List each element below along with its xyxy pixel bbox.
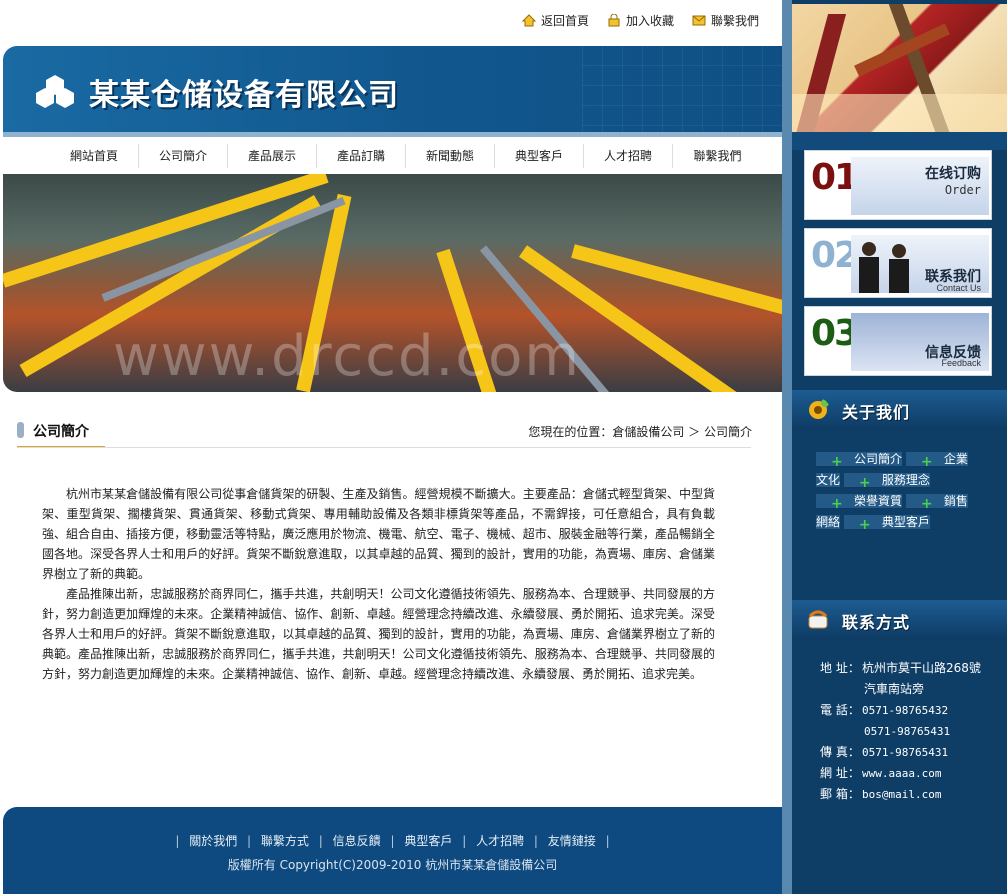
nav-about[interactable]: 公司簡介 [139,144,228,168]
contact-fax: 傳 真： 0571-98765431 [820,745,949,759]
section-divider [17,447,751,448]
plus-icon: + [831,454,843,470]
about-heading: 关于我们 [792,390,1007,430]
contact-info: 地 址： 杭州市莫干山路268號 汽車南站旁 電 話： 0571-98765432 … [820,658,981,805]
copyright: 版權所有 Copyright(C)2009-2010 杭州市某某倉儲設備公司 [227,858,558,872]
gear-icon [809,399,829,419]
promo-feedback[interactable]: 03 信息反馈 Feedback [804,306,992,376]
site-footer: | 關於我們 | 聯繫方式 | 信息反饋 | 典型客戶 | 人才招聘 | 友情鏈… [3,807,782,894]
intro-paragraph-2: 產品推陳出新，忠誠服務於商界同仁，攜手共進，共創明天！公司文化遵循技術領先、服務… [42,587,715,681]
contact-email: 郵 箱： bos@mail.com [820,787,942,801]
contact-phone: 電 話： 0571-98765432 [820,703,949,717]
promo-order[interactable]: 01 在线订购 Order [804,150,992,220]
about-list: + 公司簡介 + 企業文化 + 服務理念 + 榮譽資質 + 銷售網絡 + 典型客戶 [816,449,976,533]
footer-link-jobs[interactable]: 人才招聘 [476,834,524,848]
footer-links: | 關於我們 | 聯繫方式 | 信息反饋 | 典型客戶 | 人才招聘 | 友情鏈… [175,834,610,848]
banner-image: www.drccd.com [3,174,782,392]
email-link[interactable]: bos@mail.com [862,788,941,801]
intro-paragraph-1: 杭州市某某倉儲設備有限公司從事倉儲貨架的研製、生產及銷售。經營規模不斷擴大。主要… [42,487,715,581]
website-link[interactable]: www.aaaa.com [862,767,941,780]
header-side-photo [792,4,1007,132]
footer-link-clients[interactable]: 典型客戶 [404,834,452,848]
top-links: 返回首頁 加入收藏 聯繫我們 [521,12,759,29]
plus-icon: + [831,496,843,512]
home-link-label: 返回首頁 [540,14,589,28]
about-item-honors[interactable]: + 榮譽資質 [816,494,903,512]
promo-subtitle: Feedback [941,358,981,368]
company-name: 某某仓储设备有限公司 [89,78,399,113]
main-nav: 網站首頁 公司簡介 產品展示 產品訂購 新聞動態 典型客戶 人才招聘 聯繫我們 [50,144,762,168]
about-item-intro[interactable]: + 公司簡介 [816,452,903,470]
favorite-link[interactable]: 加入收藏 [607,12,674,29]
promo-subtitle: Contact Us [936,283,981,293]
section-title: 公司簡介 [33,424,89,440]
contact-link[interactable]: 聯繫我們 [692,12,759,29]
section-title-marker [17,422,24,438]
nav-contact[interactable]: 聯繫我們 [673,144,762,168]
company-intro-text: 杭州市某某倉儲設備有限公司從事倉儲貨架的研製、生產及銷售。經營規模不斷擴大。主要… [42,484,715,684]
plus-icon: + [858,475,871,491]
nav-news[interactable]: 新聞動態 [406,144,495,168]
footer-link-friends[interactable]: 友情鏈接 [548,834,596,848]
promo-title: 在线订购 [925,166,981,182]
nav-order[interactable]: 產品訂購 [317,144,406,168]
home-icon [521,14,536,27]
mail-icon [692,15,706,26]
plus-icon: + [920,454,933,470]
promo-subtitle: Order [944,183,981,197]
header-pattern [582,46,782,132]
about-item-service[interactable]: + 服務理念 [843,473,930,491]
contact-website: 網 址： www.aaaa.com [820,766,942,780]
footer-link-about[interactable]: 關於我們 [189,834,237,848]
nav-clients[interactable]: 典型客戶 [495,144,584,168]
phone-icon [808,610,828,629]
nav-home[interactable]: 網站首頁 [50,144,139,168]
favorite-link-label: 加入收藏 [625,14,674,28]
page: 返回首頁 加入收藏 聯繫我們 某某仓储设备有限公司 網站首頁 公司簡介 產品展示… [0,0,1007,894]
logo-cubes-icon [36,75,74,108]
promo-contact[interactable]: 02 联系我们 Contact Us [804,228,992,298]
contact-address: 地 址： 杭州市莫干山路268號 [820,661,981,675]
footer-link-feedback[interactable]: 信息反饋 [333,834,381,848]
contact-address-line2: 汽車南站旁 [864,682,925,696]
banner-watermark: www.drccd.com [113,324,581,389]
home-link[interactable]: 返回首頁 [521,12,589,29]
breadcrumb: 您現在的位置：倉儲設備公司 ＞ 公司簡介 [528,425,752,439]
plus-icon: + [858,517,871,533]
nav-jobs[interactable]: 人才招聘 [584,144,673,168]
section-header: 公司簡介 您現在的位置：倉儲設備公司 ＞ 公司簡介 [17,418,782,448]
about-item-clients[interactable]: + 典型客戶 [843,515,930,533]
contact-heading: 联系方式 [792,600,1007,640]
header-strip [3,132,782,137]
contact-phone2: 0571-98765431 [864,725,951,738]
contact-link-label: 聯繫我們 [710,14,759,28]
footer-link-contact[interactable]: 聯繫方式 [261,834,309,848]
plus-icon: + [920,496,933,512]
lock-icon [608,14,620,27]
site-header: 某某仓储设备有限公司 [3,46,782,132]
nav-products[interactable]: 產品展示 [228,144,317,168]
